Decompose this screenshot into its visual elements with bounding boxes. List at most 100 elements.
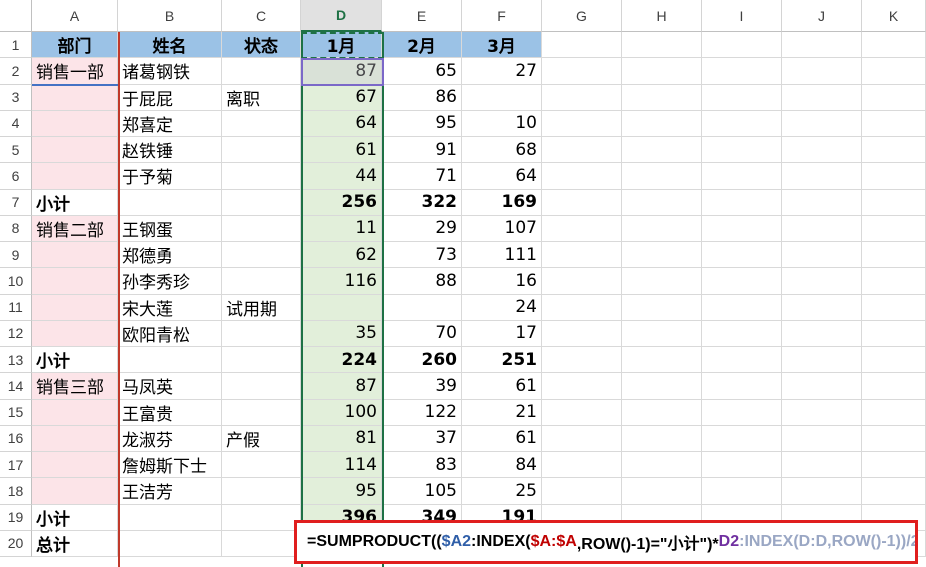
cell-b18[interactable]: 王洁芳 <box>118 478 222 505</box>
row-header-6[interactable]: 6 <box>0 163 32 190</box>
cell-c10[interactable] <box>222 268 301 295</box>
cell-c20[interactable] <box>222 530 301 557</box>
cell-j11[interactable] <box>782 294 862 321</box>
row-header-17[interactable]: 17 <box>0 452 32 479</box>
cell-a19[interactable]: 小计 <box>32 504 118 531</box>
cell-g13[interactable] <box>542 347 622 374</box>
cell-a7[interactable]: 小计 <box>32 189 118 216</box>
cell-i8[interactable] <box>702 215 782 242</box>
cell-k13[interactable] <box>862 347 926 374</box>
cell-b20[interactable] <box>118 530 222 557</box>
cell-j3[interactable] <box>782 84 862 111</box>
cell-k3[interactable] <box>862 84 926 111</box>
cell-b13[interactable] <box>118 347 222 374</box>
cell-k5[interactable] <box>862 137 926 164</box>
cell-a13[interactable]: 小计 <box>32 347 118 374</box>
cell-k2[interactable] <box>862 58 926 85</box>
cell-a9[interactable] <box>32 242 118 269</box>
cell-c3[interactable]: 离职 <box>222 84 301 111</box>
cell-b17[interactable]: 詹姆斯下士 <box>118 452 222 479</box>
cell-h14[interactable] <box>622 373 702 400</box>
cell-e1[interactable]: 2月 <box>382 32 462 59</box>
cell-a5[interactable] <box>32 137 118 164</box>
cell-a3[interactable] <box>32 84 118 111</box>
cell-f1[interactable]: 3月 <box>462 32 542 59</box>
cell-c13[interactable] <box>222 347 301 374</box>
cell-e7[interactable]: 322 <box>382 189 462 216</box>
row-header-7[interactable]: 7 <box>0 189 32 216</box>
cell-h13[interactable] <box>622 347 702 374</box>
cell-i5[interactable] <box>702 137 782 164</box>
cell-f14[interactable]: 61 <box>462 373 542 400</box>
cell-c5[interactable] <box>222 137 301 164</box>
cell-h1[interactable] <box>622 32 702 59</box>
cell-e13[interactable]: 260 <box>382 347 462 374</box>
cell-g18[interactable] <box>542 478 622 505</box>
cell-g4[interactable] <box>542 110 622 137</box>
column-header-k[interactable]: K <box>862 0 926 32</box>
cell-a17[interactable] <box>32 452 118 479</box>
cell-h5[interactable] <box>622 137 702 164</box>
cell-d4[interactable]: 64 <box>301 110 382 137</box>
cell-j13[interactable] <box>782 347 862 374</box>
cell-f12[interactable]: 17 <box>462 320 542 347</box>
cell-i15[interactable] <box>702 399 782 426</box>
cell-b2[interactable]: 诸葛钢铁 <box>118 58 222 85</box>
row-header-18[interactable]: 18 <box>0 478 32 505</box>
row-header-8[interactable]: 8 <box>0 215 32 242</box>
cell-i6[interactable] <box>702 163 782 190</box>
cell-a12[interactable] <box>32 320 118 347</box>
cell-e15[interactable]: 122 <box>382 399 462 426</box>
row-header-20[interactable]: 20 <box>0 530 32 557</box>
cell-j4[interactable] <box>782 110 862 137</box>
cell-b8[interactable]: 王钢蛋 <box>118 215 222 242</box>
cell-g10[interactable] <box>542 268 622 295</box>
cell-i16[interactable] <box>702 425 782 452</box>
cell-e17[interactable]: 83 <box>382 452 462 479</box>
cell-e4[interactable]: 95 <box>382 110 462 137</box>
cell-c11[interactable]: 试用期 <box>222 294 301 321</box>
cell-f13[interactable]: 251 <box>462 347 542 374</box>
cell-h3[interactable] <box>622 84 702 111</box>
cell-a8[interactable]: 销售二部 <box>32 215 118 242</box>
row-header-9[interactable]: 9 <box>0 242 32 269</box>
cell-d8[interactable]: 11 <box>301 215 382 242</box>
cell-d15[interactable]: 100 <box>301 399 382 426</box>
column-header-d[interactable]: D <box>301 0 382 32</box>
cell-c9[interactable] <box>222 242 301 269</box>
cell-d3[interactable]: 67 <box>301 84 382 111</box>
row-header-11[interactable]: 11 <box>0 294 32 321</box>
spreadsheet-grid[interactable]: A B C D E F G H I J K 1 2 3 4 5 6 7 8 9 10 11 12 13 14 15 16 17 18 19… <box>0 0 926 567</box>
cell-h17[interactable] <box>622 452 702 479</box>
cell-e12[interactable]: 70 <box>382 320 462 347</box>
row-header-3[interactable]: 3 <box>0 84 32 111</box>
cell-d12[interactable]: 35 <box>301 320 382 347</box>
cell-j15[interactable] <box>782 399 862 426</box>
cell-d7[interactable]: 256 <box>301 189 382 216</box>
cell-i12[interactable] <box>702 320 782 347</box>
cell-h9[interactable] <box>622 242 702 269</box>
column-header-i[interactable]: I <box>702 0 782 32</box>
column-header-a[interactable]: A <box>32 0 118 32</box>
cell-k14[interactable] <box>862 373 926 400</box>
cell-g12[interactable] <box>542 320 622 347</box>
cell-h15[interactable] <box>622 399 702 426</box>
cell-f18[interactable]: 25 <box>462 478 542 505</box>
cell-d11[interactable] <box>301 294 382 321</box>
cell-e3[interactable]: 86 <box>382 84 462 111</box>
cell-k16[interactable] <box>862 425 926 452</box>
cell-e16[interactable]: 37 <box>382 425 462 452</box>
cell-k18[interactable] <box>862 478 926 505</box>
cell-c18[interactable] <box>222 478 301 505</box>
cell-h12[interactable] <box>622 320 702 347</box>
cell-f5[interactable]: 68 <box>462 137 542 164</box>
cell-c14[interactable] <box>222 373 301 400</box>
cell-k15[interactable] <box>862 399 926 426</box>
column-header-j[interactable]: J <box>782 0 862 32</box>
column-header-b[interactable]: B <box>118 0 222 32</box>
cell-e6[interactable]: 71 <box>382 163 462 190</box>
cell-h2[interactable] <box>622 58 702 85</box>
cell-i7[interactable] <box>702 189 782 216</box>
cell-f17[interactable]: 84 <box>462 452 542 479</box>
cell-g2[interactable] <box>542 58 622 85</box>
